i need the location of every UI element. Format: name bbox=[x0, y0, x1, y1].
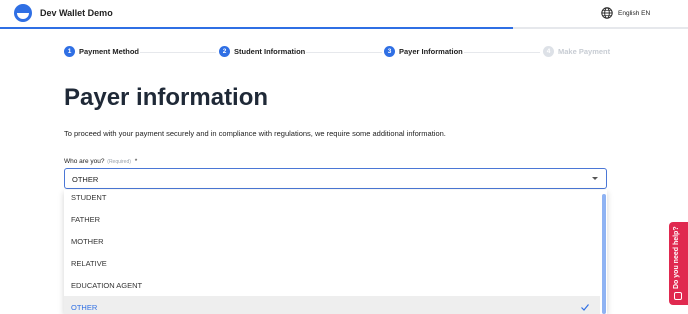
step-payment-method[interactable]: 1 Payment Method bbox=[64, 46, 139, 57]
option-label: STUDENT bbox=[71, 192, 107, 202]
help-button[interactable]: Do you need help? bbox=[669, 222, 688, 305]
option-label: FATHER bbox=[71, 214, 101, 224]
chat-icon bbox=[674, 292, 682, 300]
option-father[interactable]: FATHER bbox=[64, 208, 600, 230]
option-relative[interactable]: RELATIVE bbox=[64, 252, 600, 274]
step-connector bbox=[464, 52, 540, 53]
option-label: EDUCATION AGENT bbox=[71, 280, 143, 290]
page-title: Payer information bbox=[64, 84, 269, 111]
option-label: OTHER bbox=[71, 302, 98, 312]
step-label: Payment Method bbox=[79, 47, 140, 56]
step-label: Student Information bbox=[234, 47, 306, 56]
checkmark-icon bbox=[581, 304, 589, 311]
intro-text: To proceed with your payment securely an… bbox=[64, 129, 446, 138]
step-student-information[interactable]: 2 Student Information bbox=[219, 46, 305, 57]
step-payer-information[interactable]: 3 Payer Information bbox=[384, 46, 463, 57]
step-number: 3 bbox=[384, 46, 395, 57]
progress-bar bbox=[0, 27, 688, 29]
step-number: 2 bbox=[219, 46, 230, 57]
app-title: Dev Wallet Demo bbox=[40, 8, 113, 18]
language-selector[interactable]: English EN bbox=[601, 7, 650, 19]
progress-bar-fill bbox=[0, 27, 513, 29]
option-student[interactable]: STUDENT bbox=[64, 190, 600, 208]
step-connector bbox=[306, 52, 382, 53]
caret-down-icon[interactable] bbox=[592, 177, 598, 180]
payer-type-label: Who are you? (Required) * bbox=[64, 158, 137, 165]
app-header: Dev Wallet Demo English EN bbox=[0, 0, 688, 27]
step-number: 4 bbox=[543, 46, 554, 57]
option-other[interactable]: OTHER bbox=[64, 296, 600, 314]
step-connector bbox=[140, 52, 216, 53]
step-label: Make Payment bbox=[558, 47, 611, 56]
payer-type-dropdown: STUDENT FATHER MOTHER RELATIVE EDUCATION… bbox=[64, 190, 607, 314]
option-mother[interactable]: MOTHER bbox=[64, 230, 600, 252]
option-education-agent[interactable]: EDUCATION AGENT bbox=[64, 274, 600, 296]
step-number: 1 bbox=[64, 46, 75, 57]
app-logo-icon bbox=[14, 4, 32, 22]
dropdown-scrollbar[interactable] bbox=[602, 194, 606, 314]
payer-type-select[interactable]: OTHER bbox=[64, 168, 607, 189]
step-make-payment: 4 Make Payment bbox=[543, 46, 610, 57]
option-label: MOTHER bbox=[71, 236, 104, 246]
help-label: Do you need help? bbox=[673, 226, 680, 289]
required-hint: (Required) bbox=[107, 159, 131, 165]
language-label: English EN bbox=[618, 9, 651, 17]
globe-icon bbox=[601, 7, 613, 19]
step-label: Payer Information bbox=[399, 47, 463, 56]
field-label-text: Who are you? bbox=[64, 158, 105, 165]
option-label: RELATIVE bbox=[71, 258, 107, 268]
select-value: OTHER bbox=[72, 175, 99, 184]
required-marker: * bbox=[134, 158, 138, 165]
